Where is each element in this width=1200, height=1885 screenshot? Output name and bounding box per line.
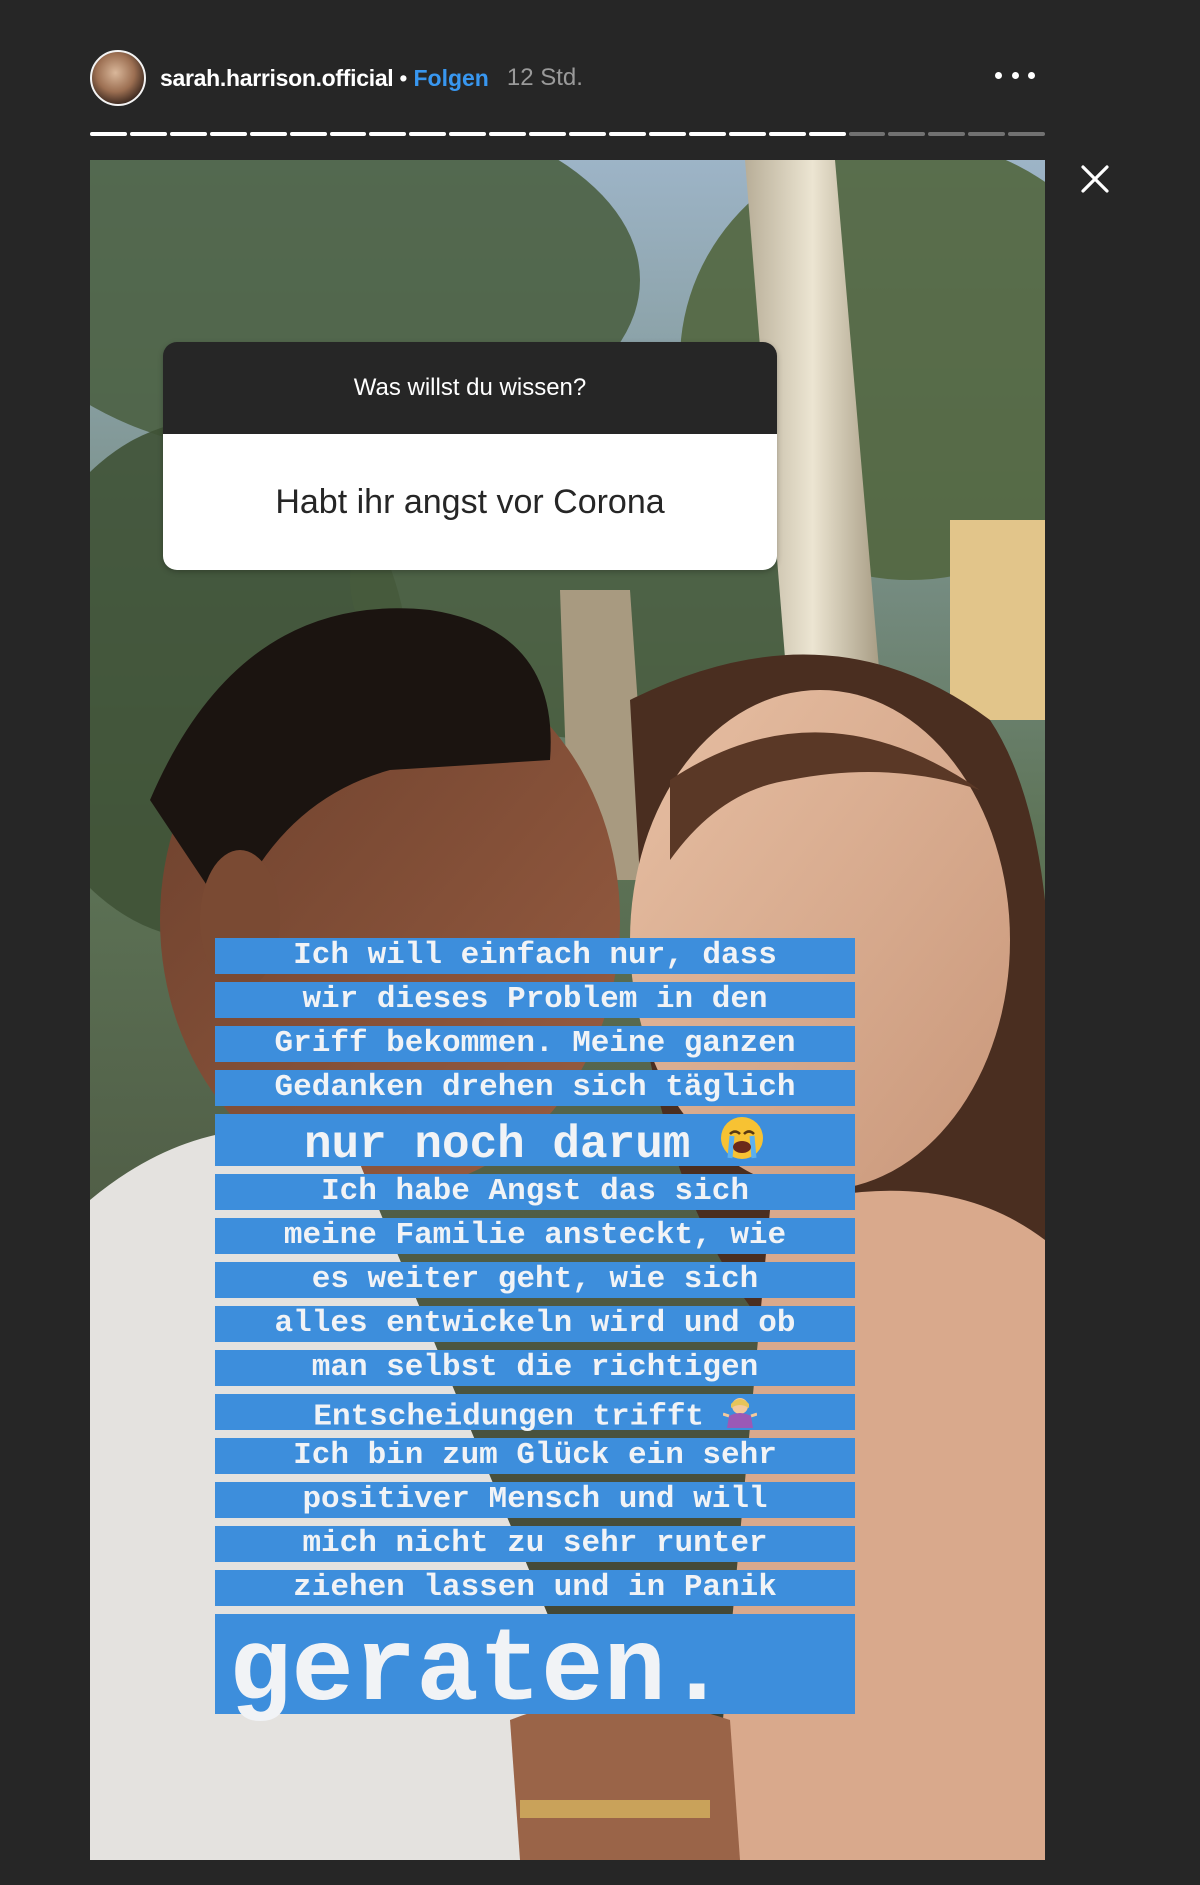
caption-line: Ich bin zum Glück ein sehr [215, 1438, 855, 1474]
progress-segment [329, 132, 367, 136]
caption-line: Griff bekommen. Meine ganzen [215, 1026, 855, 1062]
story-progress-bar [90, 132, 1046, 136]
follow-button[interactable]: Folgen [413, 65, 488, 92]
story-viewer: sarah.harrison.official • Folgen 12 Std. [0, 0, 1200, 1885]
caption-line: Gedanken drehen sich täglich [215, 1070, 855, 1106]
close-icon[interactable] [1078, 162, 1112, 196]
caption-line: alles entwickeln wird und ob [215, 1306, 855, 1342]
progress-segment [289, 132, 327, 136]
caption-text: nur noch darum [303, 1119, 691, 1172]
progress-segment [90, 132, 127, 136]
progress-segment [369, 132, 407, 136]
caption-line-xl: geraten. [215, 1614, 855, 1724]
progress-segment [648, 132, 686, 136]
question-sticker[interactable]: Was willst du wissen? Habt ihr angst vor… [163, 342, 777, 570]
progress-segment [848, 132, 886, 136]
progress-segment [1008, 132, 1046, 136]
post-time: 12 Std. [506, 64, 583, 91]
progress-segment [888, 132, 926, 136]
story-header: sarah.harrison.official • Folgen 12 Std. [90, 48, 1045, 108]
progress-segment [489, 132, 527, 136]
progress-segment [409, 132, 447, 136]
progress-segment [169, 132, 207, 136]
progress-segment [688, 132, 726, 136]
progress-segment [768, 132, 806, 136]
caption-line: positiver Mensch und will [215, 1482, 855, 1518]
question-text: Habt ihr angst vor Corona [163, 434, 777, 570]
caption-line: mich nicht zu sehr runter [215, 1526, 855, 1562]
more-options-icon[interactable] [995, 60, 1035, 90]
caption-line: man selbst die richtigen [215, 1350, 855, 1386]
progress-segment [249, 132, 287, 136]
progress-segment [808, 132, 846, 136]
caption-line-large: nur noch darum [215, 1114, 855, 1171]
progress-segment [569, 132, 606, 136]
caption-text: Entscheidungen trifft [313, 1399, 705, 1435]
progress-segment [608, 132, 646, 136]
caption-line: wir dieses Problem in den [215, 982, 855, 1018]
story-media[interactable]: Was willst du wissen? Habt ihr angst vor… [90, 160, 1045, 1860]
caption-line-emoji: Entscheidungen trifft [215, 1394, 855, 1435]
username-link[interactable]: sarah.harrison.official [160, 65, 394, 92]
progress-segment [728, 132, 766, 136]
progress-segment [968, 132, 1006, 136]
question-prompt: Was willst du wissen? [163, 342, 777, 434]
progress-segment [449, 132, 487, 136]
separator-dot: • [399, 64, 408, 91]
loudly-crying-face-emoji [718, 1114, 766, 1176]
progress-segment [209, 132, 247, 136]
avatar[interactable] [90, 50, 146, 106]
caption-line: ziehen lassen und in Panik [215, 1570, 855, 1606]
progress-segment [129, 132, 167, 136]
caption-line: meine Familie ansteckt, wie [215, 1218, 855, 1254]
progress-segment [928, 132, 966, 136]
progress-segment [529, 132, 567, 136]
caption-line: Ich will einfach nur, dass [215, 938, 855, 974]
caption-line: es weiter geht, wie sich [215, 1262, 855, 1298]
story-caption: Ich will einfach nur, dass wir dieses Pr… [215, 938, 855, 1724]
woman-shrugging-emoji [722, 1394, 758, 1439]
caption-line: Ich habe Angst das sich [215, 1174, 855, 1210]
